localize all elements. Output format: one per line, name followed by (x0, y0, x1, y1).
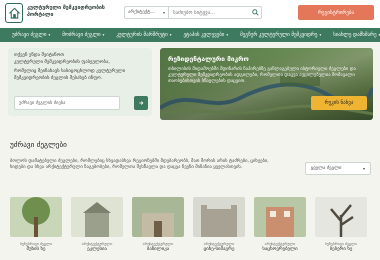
register-button-label: რეგისტრირება (317, 9, 355, 16)
monument-photo (71, 197, 123, 237)
search-promo-panel: თქვენ უნდა შეიტანოთ კულტურული მემკვიდრეო… (8, 48, 152, 116)
monument-type: არქიტექტურული (142, 241, 174, 246)
monument-photo (315, 197, 367, 237)
nav-label: უძრავი ძეგლი (12, 32, 47, 38)
monument-name: ბებერი ხე (329, 247, 353, 252)
nav-label: კულტურის მარშრუტი (116, 32, 168, 38)
promo-line: კულტურული მემკვიდრეობის ფასეულობა, (14, 59, 110, 65)
register-button[interactable]: რეგისტრირება (298, 5, 374, 20)
brand-line-2: პორტალი (27, 12, 54, 18)
nav-item-news[interactable]: სიახლე დამხმარე ▾ (333, 32, 380, 38)
nav-item-guide[interactable]: მეგზურ კულტურული მემკვიდრე ▾ (240, 32, 321, 38)
monument-name: ციხე-სიმაგრე (203, 247, 235, 252)
search-category-value: არქიტექტ... (128, 10, 155, 15)
monument-photo (193, 197, 245, 237)
search-monument-label: უძრავი ძეგლის ძიება (19, 100, 66, 106)
search-monument-submit[interactable] (134, 96, 148, 110)
chevron-down-icon: ▾ (169, 33, 172, 37)
chevron-down-icon: ▾ (102, 33, 105, 37)
nav-item-research[interactable]: ეტაპის კვლევები ▾ (183, 32, 228, 38)
monument-type: არქიტექტურული (81, 241, 113, 246)
church-photo-icon (71, 197, 123, 237)
brand-line-1: კულტურული მემკვიდრეობის (27, 5, 105, 11)
nav-label: სიახლე დამხმარე (333, 32, 377, 38)
chevron-down-icon: ▾ (48, 33, 51, 37)
nav-item-routes[interactable]: კულტურის მარშრუტი ▾ (116, 32, 171, 38)
monument-photo (132, 197, 184, 237)
nav-item-immovable[interactable]: უძრავი ძეგლი ▾ (12, 32, 50, 38)
promo-line: თქვენ უნდა შეიტანოთ (14, 53, 65, 58)
monument-card[interactable]: არქიტექტურული ბაზილიკა (132, 197, 184, 252)
main-nav: უძრავი ძეგლი ▾ მოძრავი ძეგლი ▾ კულტურის მა… (0, 28, 380, 42)
fortress-photo-icon (193, 197, 245, 237)
logo[interactable] (5, 3, 23, 23)
monument-type: ბუნებრივი ძეგლი (19, 241, 53, 246)
brand-name: კულტურული მემკვიდრეობის პორტალი (27, 5, 127, 19)
filter-dropdown-label: ყველა ძეგლი (311, 166, 342, 171)
search-button[interactable] (249, 7, 261, 18)
section-title: უძრავი ძეგლები (10, 140, 67, 149)
map-promo-banner: რეზიდენტალური მიკრო თბილისის მიდამოებში … (160, 48, 373, 120)
promo-line: რომელიც შეინახავს სასიცოცხლოდ კულტურული (14, 69, 126, 75)
chevron-down-icon: ▾ (226, 33, 229, 37)
house-photo-icon (254, 197, 306, 237)
filter-dropdown[interactable]: ყველა ძეგლი ▾ (305, 162, 371, 175)
old-tree-photo-icon (315, 197, 367, 237)
monument-name: მუხის ხე (26, 247, 46, 252)
monument-name: საცხოვრებელი (262, 247, 298, 252)
monument-name: ეკლესია (87, 247, 107, 252)
search-input[interactable] (169, 7, 249, 18)
monument-card[interactable]: ბუნებრივი ძეგლი მუხის ხე (10, 197, 62, 252)
chevron-down-icon: ▾ (162, 10, 165, 15)
view-map-label: რუკის ნახვა (324, 100, 354, 106)
section-description: ბოლოს დამატებული ძეგლები, რომლებიც სხვად… (10, 159, 269, 171)
nav-label: მოძრავი ძეგლი (62, 32, 101, 38)
monument-card[interactable]: არქიტექტურული საცხოვრებელი (254, 197, 306, 252)
monument-photo (254, 197, 306, 237)
logo-emblem-icon (8, 7, 20, 19)
monument-card[interactable]: არქიტექტურული ეკლესია (71, 197, 123, 252)
search-icon (251, 9, 259, 16)
search-promo-text: თქვენ უნდა შეიტანოთ კულტურული მემკვიდრეო… (14, 53, 144, 82)
monument-card[interactable]: ბუნებრივი ძეგლი ბებერი ხე (315, 197, 367, 252)
monument-type: არქიტექტურული (264, 241, 296, 246)
monument-name: ბაზილიკა (146, 247, 170, 252)
promo-line: მემკვიდრეობის ძეგლის შესახებ ინფო. (14, 75, 103, 81)
search-category-select[interactable]: არქიტექტ... ▾ (125, 7, 169, 18)
monument-type: არქიტექტურული (203, 241, 235, 246)
monument-type: ბუნებრივი ძეგლი (324, 241, 358, 246)
chevron-down-icon: ▾ (362, 166, 365, 171)
top-bar: კულტურული მემკვიდრეობის პორტალი არქიტექტ… (0, 0, 380, 28)
map-promo-title: რეზიდენტალური მიკრო (168, 55, 249, 63)
nav-label: მეგზურ კულტურული მემკვიდრე (240, 32, 318, 38)
nav-item-movable[interactable]: მოძრავი ძეგლი ▾ (62, 32, 104, 38)
nav-label: ეტაპის კვლევები (183, 32, 225, 38)
tree-photo-icon (10, 197, 62, 237)
arrow-right-icon (139, 101, 144, 105)
chevron-down-icon: ▾ (319, 33, 322, 37)
view-map-button[interactable]: რუკის ნახვა (311, 96, 367, 110)
monument-photo (10, 197, 62, 237)
basilica-photo-icon (132, 197, 184, 237)
monument-card[interactable]: არქიტექტურული ციხე-სიმაგრე (193, 197, 245, 252)
map-promo-description: თბილისის მიდამოებში მდინარის ნაპირებზე გ… (168, 67, 356, 85)
search-bar: არქიტექტ... ▾ (124, 6, 262, 19)
search-monument-field[interactable]: უძრავი ძეგლის ძიება (14, 96, 120, 110)
monument-cards: ბუნებრივი ძეგლი მუხის ხე არქიტექტურული ე… (10, 197, 375, 252)
